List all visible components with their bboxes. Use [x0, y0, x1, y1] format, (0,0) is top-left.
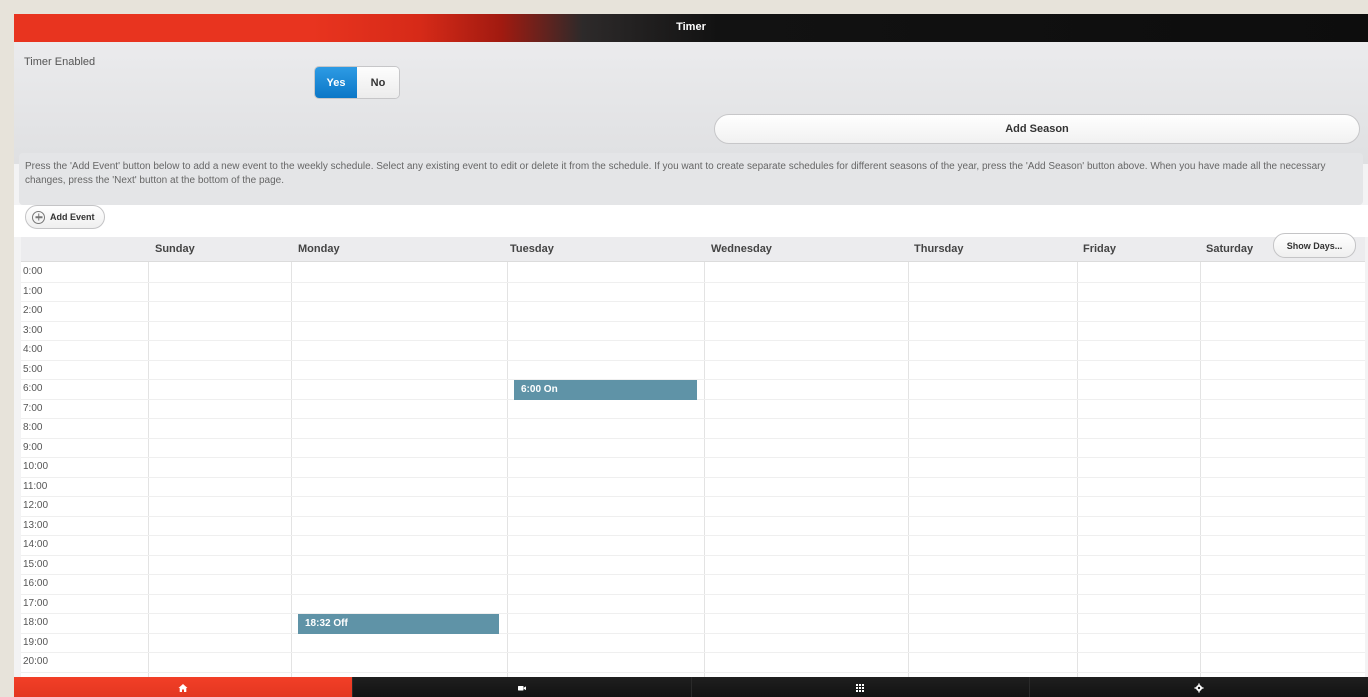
bottom-tab-bar: ControlScenesReportsSettings: [14, 677, 1368, 697]
hour-label: 0:00: [23, 266, 43, 277]
plus-circle-icon: [32, 210, 45, 224]
add-season-button[interactable]: Add Season: [714, 114, 1360, 144]
hour-label: 12:00: [23, 500, 49, 511]
page-title: Timer: [676, 21, 706, 33]
instructions-text: Press the 'Add Event' button below to ad…: [19, 153, 1363, 205]
hour-label: 4:00: [23, 344, 43, 355]
hour-label: 3:00: [23, 324, 43, 336]
title-bar: Timer: [14, 14, 1368, 42]
hour-row[interactable]: [21, 556, 1365, 575]
day-header-tuesday: Tuesday: [510, 243, 554, 255]
hour-label: 10:00: [23, 461, 49, 472]
timer-enabled-toggle: Yes No: [315, 67, 399, 98]
hour-row[interactable]: [21, 361, 1365, 380]
hour-label: 14:00: [23, 539, 49, 550]
tab-control[interactable]: Control: [14, 677, 352, 697]
hour-row[interactable]: [21, 536, 1365, 556]
hour-label: 13:00: [23, 519, 49, 531]
tab-settings[interactable]: Settings: [1029, 677, 1368, 697]
schedule-event[interactable]: 18:32 Off: [298, 614, 499, 634]
hour-label: 20:00: [23, 656, 49, 667]
hour-row[interactable]: [21, 419, 1365, 439]
day-header-friday: Friday: [1083, 243, 1117, 255]
hour-row[interactable]: [21, 634, 1365, 653]
hour-row[interactable]: [21, 497, 1365, 517]
video-camera-icon: [517, 680, 527, 697]
hour-row[interactable]: [21, 400, 1365, 419]
hour-row[interactable]: [21, 302, 1365, 322]
hour-row[interactable]: [21, 478, 1365, 497]
hour-label: 11:00: [23, 480, 48, 492]
day-header-monday: Monday: [298, 243, 340, 255]
timer-enabled-label: Timer Enabled: [24, 56, 96, 68]
day-header-saturday: Saturday: [1206, 243, 1254, 255]
hour-row[interactable]: [21, 263, 1365, 283]
hour-row[interactable]: [21, 458, 1365, 478]
grid-icon: [855, 680, 865, 697]
hour-label: 19:00: [23, 636, 49, 648]
hour-row[interactable]: [21, 575, 1365, 595]
timer-yes-option[interactable]: Yes: [315, 67, 357, 98]
hour-label: 15:00: [23, 558, 49, 570]
schedule-event[interactable]: 6:00 On: [514, 380, 697, 400]
hour-label: 8:00: [23, 422, 43, 433]
day-header-wednesday: Wednesday: [711, 243, 772, 255]
add-event-label: Add Event: [50, 212, 95, 222]
hour-label: 6:00: [23, 383, 43, 394]
schedule-toolbar: [14, 205, 1368, 237]
hour-label: 17:00: [23, 597, 49, 609]
day-header-sunday: Sunday: [155, 243, 195, 255]
gear-icon: [1194, 680, 1204, 697]
settings-panel: [14, 42, 1368, 164]
hour-row[interactable]: [21, 595, 1365, 614]
tab-reports[interactable]: Reports: [690, 677, 1030, 697]
hour-label: 5:00: [23, 363, 43, 375]
weekly-schedule-grid: Sunday Monday Tuesday Wednesday Thursday Frid…: [21, 237, 1365, 677]
hour-row[interactable]: [21, 341, 1365, 361]
timer-no-option[interactable]: No: [357, 67, 399, 98]
hour-row[interactable]: [21, 439, 1365, 458]
hour-label: 9:00: [23, 441, 43, 453]
tab-scenes[interactable]: Scenes: [351, 677, 691, 697]
add-event-button[interactable]: Add Event: [25, 205, 105, 229]
hour-label: 2:00: [23, 305, 43, 316]
schedule-header-row: Sunday Monday Tuesday Wednesday Thursday Frid…: [21, 237, 1365, 262]
hour-row[interactable]: [21, 517, 1365, 536]
hour-label: 1:00: [23, 285, 43, 297]
hour-row[interactable]: [21, 653, 1365, 673]
day-header-thursday: Thursday: [914, 243, 964, 255]
home-icon: [178, 680, 188, 697]
hour-row[interactable]: [21, 614, 1365, 634]
hour-label: 18:00: [23, 617, 49, 628]
hour-row[interactable]: [21, 283, 1365, 302]
hour-label: 7:00: [23, 402, 43, 414]
hour-label: 16:00: [23, 578, 49, 589]
hour-row[interactable]: [21, 322, 1365, 341]
show-days-button[interactable]: Show Days...: [1273, 233, 1356, 258]
timer-app: Timer Timer Enabled Yes No Add Season Pr…: [14, 14, 1368, 697]
